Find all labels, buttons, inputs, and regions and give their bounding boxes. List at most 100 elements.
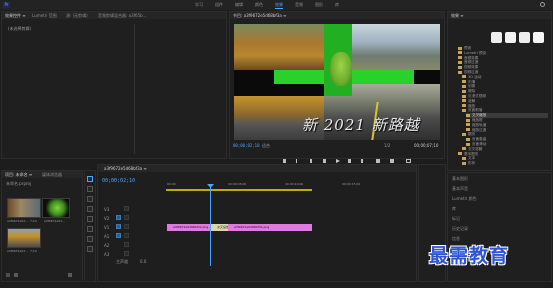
tab-program[interactable]: 节目: a3f9672e5d68bf3a ≡ xyxy=(233,13,286,19)
ripple-edit-tool-icon[interactable] xyxy=(87,196,93,202)
face-overlay xyxy=(330,52,352,86)
libraries-item[interactable]: 库 xyxy=(452,206,456,212)
project-item-name: a3f9672e5d... xyxy=(7,219,28,223)
folder-icon xyxy=(462,156,466,160)
track-target-v1[interactable] xyxy=(116,224,121,229)
ruler-label: 00;00 xyxy=(167,182,176,186)
list-view-icon[interactable] xyxy=(6,273,10,277)
search-icon[interactable] xyxy=(540,2,545,7)
track-lock-v1[interactable] xyxy=(124,224,129,229)
track-lock-a3[interactable] xyxy=(124,251,129,256)
track-select-tool-icon[interactable] xyxy=(87,186,93,192)
work-area-bar[interactable] xyxy=(166,189,312,191)
slip-tool-icon[interactable] xyxy=(87,216,93,222)
app-logo: Pr xyxy=(3,2,10,8)
overwrite-icon[interactable] xyxy=(390,159,394,163)
play-icon[interactable] xyxy=(336,159,340,163)
program-current-timecode[interactable]: 00;00;02;10 xyxy=(233,143,260,148)
go-to-in-icon[interactable] xyxy=(310,159,312,163)
essential-graphics-item[interactable]: 基本图形 xyxy=(452,176,468,182)
folder-icon xyxy=(466,137,470,141)
folder-icon xyxy=(458,60,462,64)
folder-icon xyxy=(462,94,466,98)
effects-tree-label: 缩放过渡 xyxy=(472,127,487,132)
mark-out-icon[interactable] xyxy=(296,159,297,163)
folder-icon xyxy=(462,84,466,88)
track-lock-v2[interactable] xyxy=(124,215,129,220)
effects-tree-item[interactable]: 形状 xyxy=(462,161,548,166)
icon-view-icon[interactable] xyxy=(14,273,18,277)
mark-in-icon[interactable] xyxy=(283,159,286,163)
effects-tree-label: 沉浸式视频 xyxy=(468,94,486,98)
yuv-effects-icon[interactable] xyxy=(519,32,530,43)
folder-icon xyxy=(462,104,466,108)
insert-icon[interactable] xyxy=(376,159,380,163)
step-forward-icon[interactable] xyxy=(348,159,351,163)
folder-icon xyxy=(466,123,470,127)
workspace-tab-color[interactable]: 颜色 xyxy=(255,2,263,8)
tab-effects[interactable]: 效果 ≡ xyxy=(451,13,464,19)
effects-tree-label: 预设 xyxy=(464,46,472,50)
track-label-v2: V2 xyxy=(104,216,110,221)
project-thumbnail[interactable] xyxy=(7,228,41,248)
step-back-icon[interactable] xyxy=(323,159,326,163)
workspace-tab-libraries[interactable]: 库 xyxy=(335,2,339,8)
panel-divider xyxy=(134,24,135,154)
track-target-a1[interactable] xyxy=(116,233,121,238)
pen-tool-icon[interactable] xyxy=(87,226,93,232)
playhead-line[interactable] xyxy=(210,186,211,266)
effects-tree-label: 交叉缩放 xyxy=(472,113,487,118)
quality-dropdown[interactable]: 1/2 xyxy=(384,143,390,148)
effects-tree-label: 页面剥落 xyxy=(468,108,483,113)
type-tool-icon[interactable] xyxy=(87,246,93,252)
transition-clip[interactable]: 交叉缩放 xyxy=(211,224,228,231)
workspace-tab-learn[interactable]: 学习 xyxy=(195,2,203,8)
effects-tree-label: 页面卷曲 xyxy=(472,137,487,142)
timeline-timecode[interactable]: 00;00;02;10 xyxy=(102,178,135,184)
track-target-v2[interactable] xyxy=(116,215,121,220)
panel-header: 节目: a3f9672e5d68bf3a ≡ xyxy=(230,12,444,19)
timeline-clip[interactable]: a3f9672e5d68bf3a.png xyxy=(228,224,312,231)
effects-tree-label: 擦除 xyxy=(468,89,476,94)
tab-source[interactable]: 源: (无剪辑) xyxy=(66,13,88,19)
new-bin-icon[interactable] xyxy=(533,32,544,43)
folder-icon xyxy=(458,65,462,69)
tab-audio-clip-mixer[interactable]: 音频剪辑混合器: a3f65b... xyxy=(98,13,146,19)
tab-lumetri-scopes[interactable]: Lumetri 范围 xyxy=(32,13,57,19)
workspace-tab-effects[interactable]: 效果 xyxy=(275,2,283,9)
track-lock-a1[interactable] xyxy=(124,233,129,238)
accelerated-effects-icon[interactable] xyxy=(491,32,502,43)
workspace-tab-editing[interactable]: 编辑 xyxy=(235,2,243,8)
tab-effect-controls[interactable]: 效果控件 ≡ xyxy=(5,13,26,19)
effects-tree-label: 基本图形 xyxy=(464,151,479,156)
export-frame-icon[interactable] xyxy=(406,159,411,163)
tab-sequence[interactable]: a3f9672e5d68bf3a ≡ xyxy=(104,166,147,171)
workspace-tab-assembly[interactable]: 组件 xyxy=(215,2,223,8)
project-thumbnail[interactable] xyxy=(42,198,70,218)
razor-tool-icon[interactable] xyxy=(87,206,93,212)
tab-project[interactable]: 项目: 未命名 ≡ xyxy=(5,172,32,178)
new-item-icon[interactable] xyxy=(68,273,72,277)
timeline-clip[interactable]: a3f9672e5d68bf3a.png xyxy=(167,224,211,231)
tab-media-browser[interactable]: 媒体浏览器 xyxy=(42,172,62,178)
effects-tree-label: 音频效果 xyxy=(464,55,479,60)
essential-sound-item[interactable]: 基本声音 xyxy=(452,186,468,192)
32bit-effects-icon[interactable] xyxy=(505,32,516,43)
history-item[interactable]: 历史记录 xyxy=(452,226,468,232)
lumetri-color-item[interactable]: Lumetri 颜色 xyxy=(452,196,477,202)
markers-item[interactable]: 标记 xyxy=(452,216,460,222)
panel-header: 效果 ≡ xyxy=(448,12,551,19)
go-to-out-icon[interactable] xyxy=(361,159,363,163)
workspace-tab-audio[interactable]: 音频 xyxy=(295,2,303,8)
selection-tool-icon[interactable] xyxy=(87,176,93,182)
hand-tool-icon[interactable] xyxy=(87,236,93,242)
program-duration-timecode: 00;00;07;10 xyxy=(414,143,439,148)
program-video-frame[interactable]: 新 2021 新路越 xyxy=(234,24,440,140)
fit-dropdown[interactable]: 适合 xyxy=(262,143,270,149)
track-lock-a2[interactable] xyxy=(124,242,129,247)
project-thumbnail[interactable] xyxy=(7,198,41,218)
workspace-tab-graphics[interactable]: 图形 xyxy=(315,2,323,8)
track-lock-v3[interactable] xyxy=(124,206,129,211)
ruler-label: 00;00;05;00 xyxy=(228,182,247,186)
folder-icon xyxy=(462,89,466,93)
